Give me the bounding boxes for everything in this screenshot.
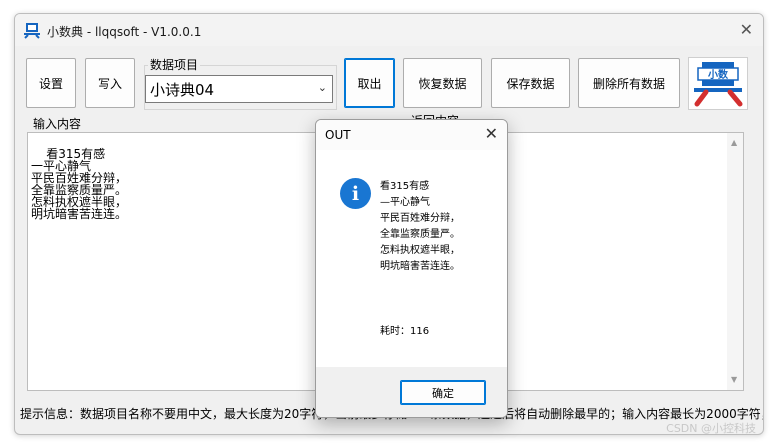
title-bar: 小数典 - llqqsoft - V1.0.0.1 ✕ [15,14,763,46]
input-panel-label: 输入内容 [31,115,84,132]
write-button[interactable]: 写入 [85,58,135,108]
chevron-down-icon[interactable]: ⌄ [318,81,327,94]
data-item-select[interactable]: 小诗典04 ⌄ [145,75,333,103]
info-icon: i [340,178,371,209]
dialog-message: 看315有感 —平心静气 平民百姓难分辩， 全靠监察质量严。 怎料执权遮半眼， … [380,181,460,272]
delete-all-data-button[interactable]: 删除所有数据 [578,58,680,108]
ok-button[interactable]: 确定 [400,380,486,405]
restore-data-button[interactable]: 恢复数据 [403,58,482,108]
close-icon[interactable]: ✕ [740,20,753,39]
dialog-close-icon[interactable]: ✕ [485,124,498,143]
input-content-text: 看315有感 一平心静气 平民百姓难分辩， 全靠监察质量严。 怎料执权遮半眼， … [31,147,128,221]
dialog-footer: 确定 [316,367,507,417]
scroll-up-icon[interactable]: ▲ [731,137,737,149]
data-item-label: 数据项目 [148,56,201,73]
dialog-title: OUT [325,128,351,142]
watermark: CSDN @小控科技 [666,422,756,435]
brand-logo: 小数 [688,57,748,110]
vertical-scrollbar[interactable]: ▲ ▼ [727,133,743,390]
logo-glyph-icon: 小数 [694,62,743,107]
app-logo-icon [24,23,40,39]
logo-text: 小数 [707,68,729,81]
data-item-value: 小诗典04 [150,80,215,99]
fetch-button[interactable]: 取出 [344,58,395,108]
dialog-title-bar: OUT ✕ [316,120,507,150]
scroll-down-icon[interactable]: ▼ [731,374,737,386]
elapsed-time: 耗时：116 [380,326,430,337]
window-title: 小数典 - llqqsoft - V1.0.0.1 [47,25,202,39]
settings-button[interactable]: 设置 [26,58,76,108]
out-dialog: OUT ✕ i 看315有感 —平心静气 平民百姓难分辩， 全靠监察质量严。 怎… [315,119,508,418]
save-data-button[interactable]: 保存数据 [491,58,570,108]
